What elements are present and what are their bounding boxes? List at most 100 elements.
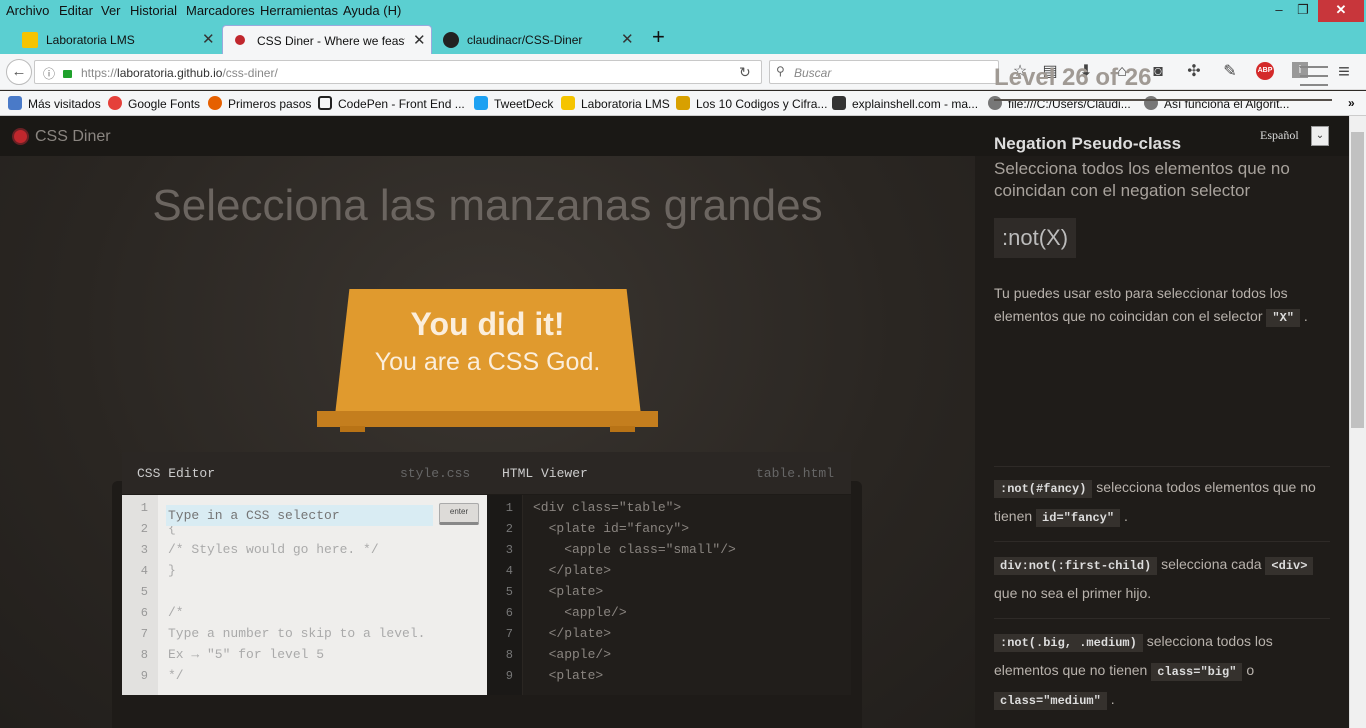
table-leg — [340, 426, 365, 432]
enter-button[interactable]: enter — [439, 503, 479, 525]
divider — [994, 541, 1330, 542]
extension-icon[interactable]: ✣ — [1184, 62, 1204, 82]
back-icon[interactable]: ← — [6, 59, 32, 85]
css-editor-file: style.css — [400, 466, 471, 481]
line-number: 9 — [140, 669, 148, 683]
close-tab-icon[interactable]: ✕ — [202, 30, 215, 48]
line-number: 7 — [505, 627, 513, 641]
bookmark-item[interactable]: Laboratoria LMS — [561, 96, 670, 111]
menu-marcadores[interactable]: Marcadores — [186, 3, 255, 18]
bookmark-item[interactable]: Más visitados — [8, 96, 101, 111]
scrollbar-thumb[interactable] — [1351, 132, 1364, 428]
level-menu-icon[interactable] — [1300, 66, 1328, 86]
hint-code: "X" — [1266, 309, 1301, 327]
menu-herramientas[interactable]: Herramientas — [260, 3, 338, 18]
css-selector-input[interactable] — [166, 505, 433, 526]
hamburger-menu-icon[interactable]: ≡ — [1334, 62, 1354, 82]
github-icon — [443, 32, 459, 48]
line-number: 5 — [140, 585, 148, 599]
selector-name: Negation Pseudo-class — [994, 134, 1182, 153]
line-number: 1 — [505, 501, 513, 515]
css-diner-logo-icon — [12, 128, 29, 145]
example-1: :not(#fancy) selecciona todos elementos … — [994, 479, 1316, 527]
codepen-icon — [318, 96, 332, 110]
bookmark-item[interactable]: Primeros pasos — [208, 96, 311, 111]
win-subtitle: You are a CSS God. — [374, 348, 601, 376]
css-code-line: /* Styles would go here. */ — [168, 542, 379, 557]
tab-label: Laboratoria LMS — [46, 33, 135, 47]
screenshot-icon[interactable]: ✎ — [1220, 62, 1240, 82]
close-window-icon[interactable]: ✕ — [1318, 0, 1364, 22]
menu-ayuda[interactable]: Ayuda (H) — [343, 3, 401, 18]
tab-css-diner[interactable]: CSS Diner - Where we feast on CSS ✕ — [222, 25, 432, 54]
tab-label: claudinacr/CSS-Diner — [467, 33, 583, 47]
tab-laboratoria[interactable]: Laboratoria LMS ✕ — [22, 25, 220, 54]
url-bar[interactable]: ⓘ https://laboratoria.github.io/css-dine… — [34, 60, 762, 84]
reload-icon[interactable]: ↻ — [739, 64, 751, 81]
html-code-line: <plate> — [533, 668, 604, 683]
table-edge — [317, 411, 658, 427]
html-code-line: <div class="table"> — [533, 500, 682, 515]
line-number: 8 — [505, 648, 513, 662]
line-number: 1 — [140, 501, 148, 515]
maximize-icon[interactable]: ❐ — [1292, 0, 1314, 22]
css-code-line: /* — [168, 605, 184, 620]
line-number: 6 — [505, 606, 513, 620]
line-number: 8 — [140, 648, 148, 662]
menu-bar: Archivo Editar Ver Historial Marcadores … — [0, 0, 1366, 22]
css-diner-icon — [235, 35, 245, 45]
divider — [994, 466, 1330, 467]
html-viewer-file: table.html — [756, 466, 835, 481]
level-progress — [994, 99, 1332, 101]
menu-archivo[interactable]: Archivo — [6, 3, 49, 18]
laboratoria-icon — [22, 32, 38, 48]
bookmark-item[interactable]: Google Fonts — [108, 96, 200, 111]
tab-github[interactable]: claudinacr/CSS-Diner ✕ — [443, 25, 641, 54]
css-editor-header: CSS Editor style.css — [122, 452, 487, 494]
level-title: Level 26 of 26 — [994, 64, 1152, 91]
html-code-line: <apple/> — [533, 647, 612, 662]
chevron-down-icon[interactable]: ⌄ — [1311, 126, 1329, 146]
logo-text[interactable]: CSS Diner — [35, 128, 111, 146]
line-number: 5 — [505, 585, 513, 599]
table-leg — [610, 426, 635, 432]
info-icon[interactable]: ⓘ — [43, 65, 55, 82]
search-bar[interactable]: ⚲ Buscar — [769, 60, 999, 84]
adblock-icon[interactable]: ABP — [1256, 62, 1274, 80]
html-code-line: <apple/> — [533, 605, 627, 620]
css-code-line: */ — [168, 668, 184, 683]
new-tab-icon[interactable]: + — [652, 24, 665, 50]
html-viewer-header: HTML Viewer table.html — [487, 452, 851, 494]
bookmark-item[interactable]: CodePen - Front End ... — [318, 96, 465, 111]
line-number: 7 — [140, 627, 148, 641]
search-icon: ⚲ — [776, 64, 785, 78]
line-number: 2 — [505, 522, 513, 536]
menu-ver[interactable]: Ver — [101, 3, 121, 18]
win-title: You did it! — [410, 306, 565, 342]
language-select[interactable]: Español — [1260, 128, 1299, 143]
example-2: div:not(:first-child) selecciona cada <d… — [994, 551, 1330, 607]
close-tab-icon[interactable]: ✕ — [621, 30, 634, 48]
order-title: Selecciona las manzanas grandes — [152, 181, 823, 230]
bookmark-item[interactable]: TweetDeck — [474, 96, 553, 111]
line-number: 2 — [140, 522, 148, 536]
tweetdeck-icon — [474, 96, 488, 110]
menu-editar[interactable]: Editar — [59, 3, 93, 18]
more-bookmarks-icon[interactable]: » — [1348, 96, 1355, 110]
css-code-line: } — [168, 563, 176, 578]
line-number: 3 — [140, 543, 148, 557]
css-code-line: Ex → "5" for level 5 — [168, 647, 325, 662]
line-number: 9 — [505, 669, 513, 683]
bookmark-item[interactable]: explainshell.com - ma... — [832, 96, 978, 111]
menu-historial[interactable]: Historial — [130, 3, 177, 18]
close-tab-icon[interactable]: ✕ — [413, 31, 426, 49]
css-editor-title: CSS Editor — [137, 466, 216, 481]
html-viewer-title: HTML Viewer — [502, 466, 588, 481]
css-code-line: Type a number to skip to a level. — [168, 626, 426, 641]
line-number: 3 — [505, 543, 513, 557]
line-number: 6 — [140, 606, 148, 620]
minimize-icon[interactable]: – — [1268, 0, 1290, 22]
firefox-icon — [208, 96, 222, 110]
bookmark-item[interactable]: Los 10 Codigos y Cifra... — [676, 96, 827, 111]
html-code-line: <apple class="small"/> — [533, 542, 736, 557]
